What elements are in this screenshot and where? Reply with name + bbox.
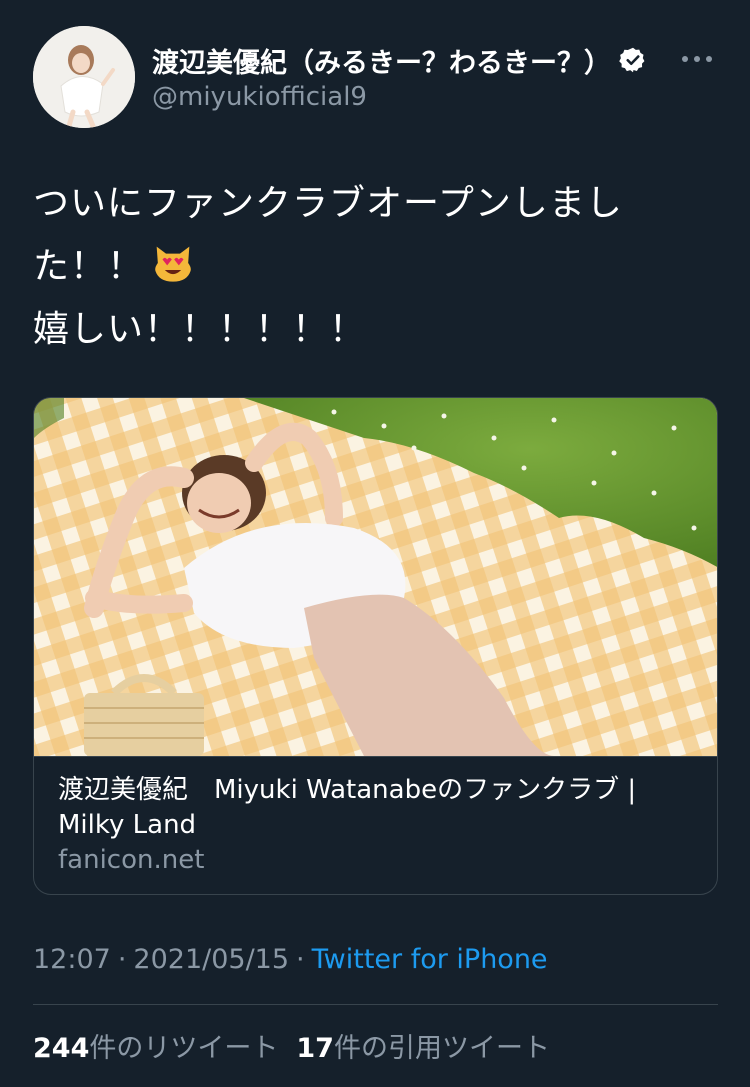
name-row[interactable]: 渡辺美優紀（みるきー？わるきー？） xyxy=(152,40,647,80)
tweet-line: ついにファンクラブオープンしまし xyxy=(33,183,623,224)
tweet-line-with-emoji: た！！ xyxy=(33,235,713,298)
dot xyxy=(694,56,700,62)
user-handle[interactable]: @miyukiofficial9 xyxy=(152,82,367,112)
more-dots-icon[interactable] xyxy=(682,52,716,66)
tweet-stats: 244件のリツイート 17件の引用ツイート xyxy=(33,1026,550,1066)
dot xyxy=(706,56,712,62)
tweet-text: ついにファンクラブオープンしまし た！！ 嬉しい！！！！！！ xyxy=(33,172,713,361)
card-domain: fanicon.net xyxy=(58,845,205,875)
tweet-meta: 12:07 · 2021/05/15 · Twitter for iPhone xyxy=(33,944,548,980)
card-info[interactable]: 渡辺美優紀 Miyuki Watanabeのファンクラブ | Milky Lan… xyxy=(34,756,717,894)
verified-badge-icon xyxy=(619,47,645,73)
quotes-stat[interactable]: 17件の引用ツイート xyxy=(296,1026,550,1066)
card-title: 渡辺美優紀 Miyuki Watanabeのファンクラブ | Milky Lan… xyxy=(58,775,637,840)
avatar-image xyxy=(33,26,135,128)
smiling-cat-heart-eyes-emoji xyxy=(155,246,191,282)
retweets-stat[interactable]: 244件のリツイート xyxy=(33,1026,278,1066)
tweet-line: た！！ xyxy=(33,246,145,287)
quotes-count: 17 xyxy=(296,1033,334,1064)
tweet-source-link[interactable]: Twitter for iPhone xyxy=(312,944,548,980)
link-card[interactable]: 渡辺美優紀 Miyuki Watanabeのファンクラブ | Milky Lan… xyxy=(33,397,718,895)
retweets-count: 244 xyxy=(33,1033,90,1064)
tweet-time[interactable]: 12:07 xyxy=(33,944,111,980)
tweet-line: 嬉しい！！！！！！ xyxy=(33,309,367,350)
separator: · xyxy=(296,944,305,975)
retweets-label: 件のリツイート xyxy=(89,1033,279,1064)
separator: · xyxy=(117,944,127,975)
tweet-date[interactable]: 2021/05/15 xyxy=(133,944,289,980)
quotes-label: 件の引用ツイート xyxy=(333,1033,550,1064)
dot xyxy=(682,56,688,62)
tweet-detail: 渡辺美優紀（みるきー？わるきー？） @miyukiofficial9 ついにファ… xyxy=(0,0,750,1087)
avatar[interactable] xyxy=(33,26,135,128)
divider xyxy=(33,1004,718,1005)
card-image xyxy=(34,398,717,756)
display-name[interactable]: 渡辺美優紀（みるきー？わるきー？） xyxy=(152,41,611,80)
